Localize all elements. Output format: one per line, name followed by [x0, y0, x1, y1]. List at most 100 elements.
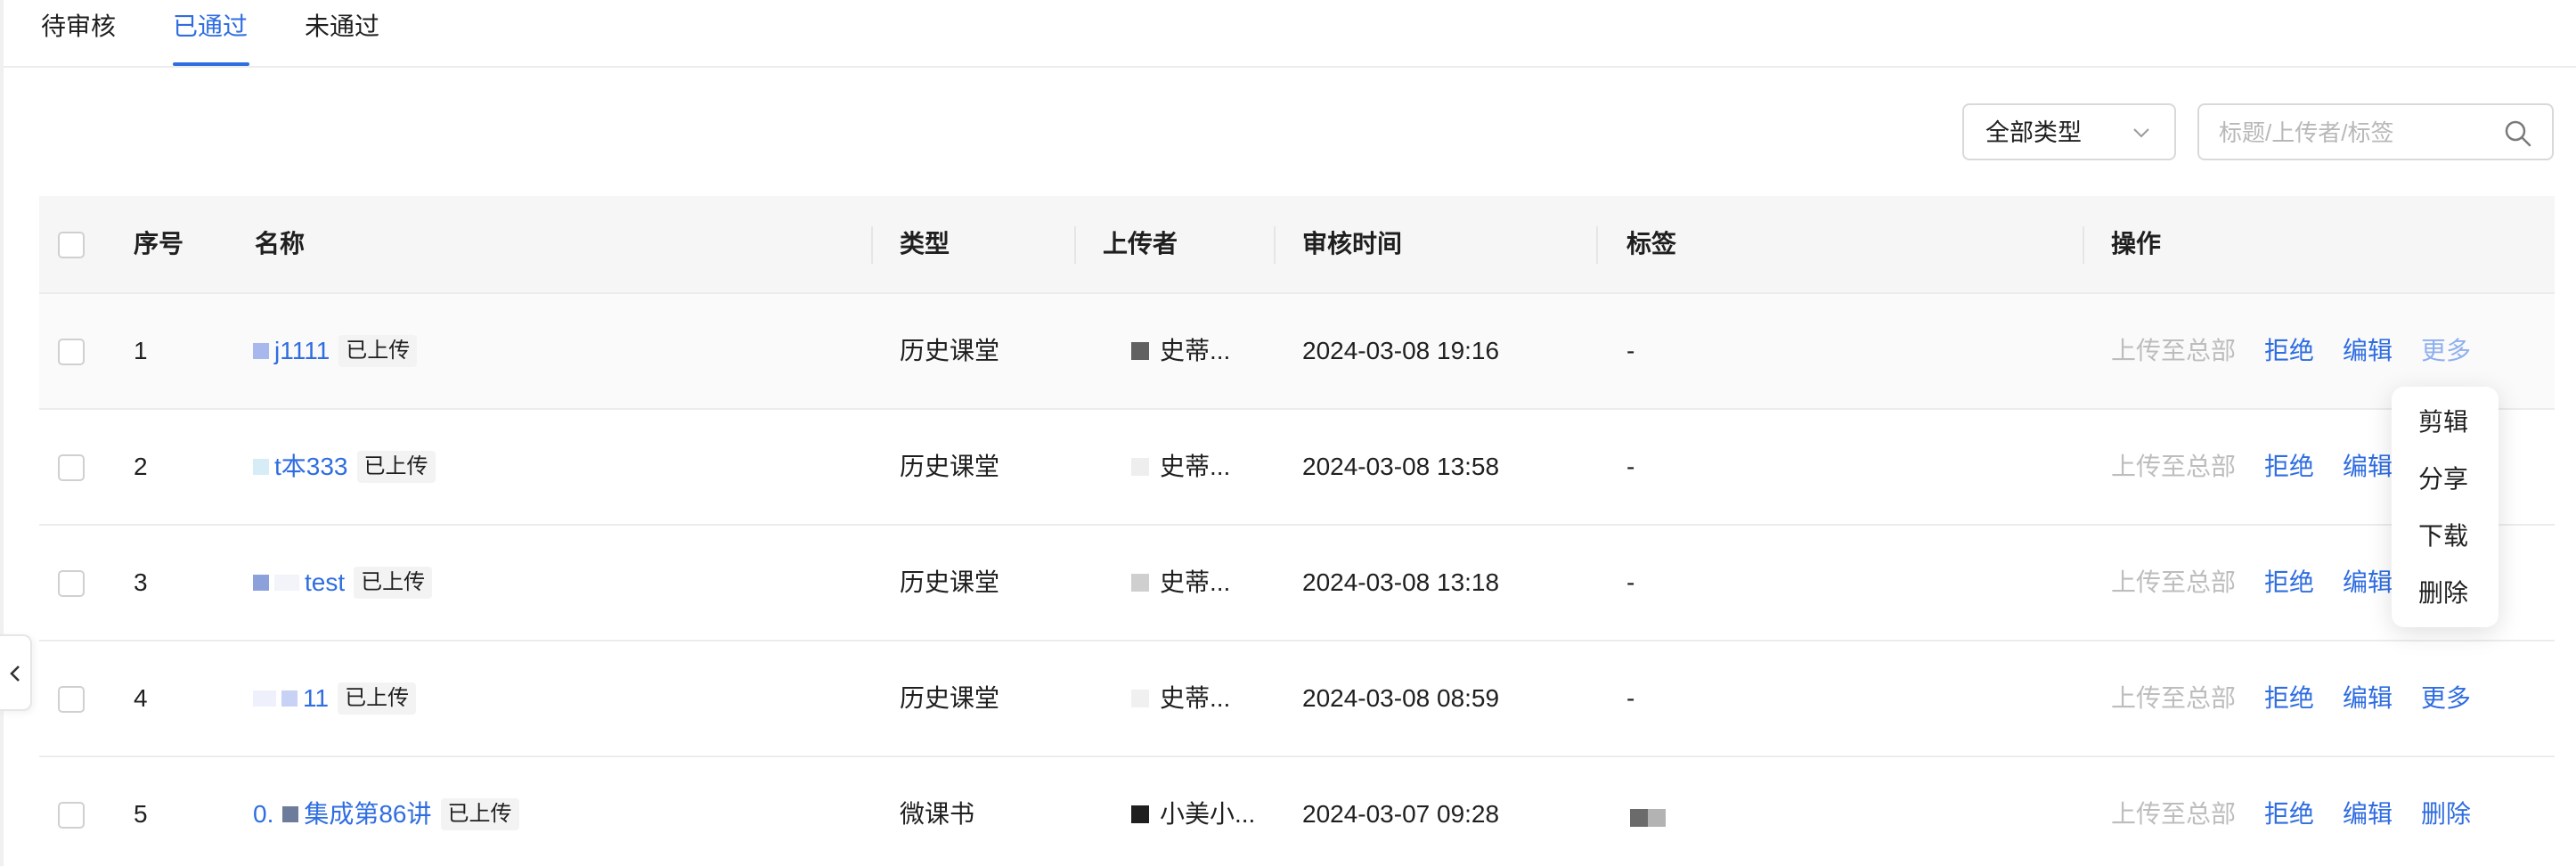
row-name-link[interactable]: 11: [303, 681, 329, 716]
header-separator: [871, 226, 873, 264]
more-button[interactable]: 更多: [2421, 681, 2471, 716]
reject-button[interactable]: 拒绝: [2264, 797, 2314, 832]
status-badge: 已上传: [338, 682, 417, 715]
edit-button[interactable]: 编辑: [2343, 565, 2393, 600]
row-uploader: 小美小...: [1131, 797, 1255, 832]
search-input[interactable]: [2219, 116, 2486, 150]
row-uploader: 史蒂...: [1131, 333, 1230, 369]
row-type: 微课书: [900, 800, 975, 828]
tab-approved[interactable]: 已通过: [173, 11, 248, 43]
uploader-name: 史蒂...: [1160, 684, 1231, 712]
status-badge: 已上传: [440, 798, 519, 830]
row-name-cell: j1111 已上传: [253, 333, 418, 369]
menu-item-clip[interactable]: 剪辑: [2418, 404, 2468, 440]
row-checkbox[interactable]: [58, 570, 85, 597]
avatar: [1131, 458, 1149, 476]
row-review-time: 2024-03-08 08:59: [1302, 684, 1500, 712]
row-uploader: 史蒂...: [1131, 449, 1230, 485]
row-checkbox[interactable]: [58, 339, 85, 365]
row-tags: -: [1626, 568, 1635, 596]
row-name-link[interactable]: t本333: [274, 449, 348, 485]
row-name-link[interactable]: j1111: [274, 333, 330, 369]
row-name-link[interactable]: test: [305, 565, 345, 600]
upload-hq-button[interactable]: 上传至总部: [2111, 333, 2236, 369]
select-all-checkbox[interactable]: [58, 232, 85, 258]
row-review-time: 2024-03-07 09:28: [1302, 800, 1500, 828]
reject-button[interactable]: 拒绝: [2264, 565, 2314, 600]
tag-thumbnail: [1630, 809, 1648, 827]
upload-hq-button[interactable]: 上传至总部: [2111, 565, 2236, 600]
header-type: 类型: [900, 230, 950, 257]
status-badge: 已上传: [354, 567, 433, 599]
search-box[interactable]: [2197, 103, 2554, 160]
more-button[interactable]: 更多: [2421, 333, 2471, 369]
chevron-left-icon: [10, 666, 20, 682]
uploader-name: 史蒂...: [1160, 337, 1231, 364]
table-row: 4 11 已上传 历史课堂 史蒂... 2024-03-08 08:59 - 上…: [39, 641, 2555, 757]
row-type: 历史课堂: [900, 453, 1000, 480]
row-name-cell: t本333 已上传: [253, 449, 436, 485]
uploader-name: 史蒂...: [1160, 453, 1231, 480]
header-separator: [2083, 226, 2084, 264]
chevron-down-icon: [2133, 128, 2149, 138]
row-checkbox[interactable]: [58, 454, 85, 481]
row-tags: -: [1626, 337, 1635, 364]
reject-button[interactable]: 拒绝: [2264, 681, 2314, 716]
row-type: 历史课堂: [900, 568, 1000, 596]
table-row: 5 0. 集成第86讲 已上传 微课书 小美小... 2024-03-07 09…: [39, 757, 2555, 866]
header-name: 名称: [255, 230, 306, 257]
row-name-cell: 0. 集成第86讲 已上传: [253, 797, 519, 832]
header-actions: 操作: [2111, 230, 2162, 257]
thumbnail-image: [253, 343, 269, 359]
more-actions-menu: 剪辑 分享 下载 删除: [2392, 387, 2499, 627]
reject-button[interactable]: 拒绝: [2264, 449, 2314, 485]
row-checkbox[interactable]: [58, 802, 85, 829]
row-tags: -: [1626, 453, 1635, 480]
row-review-time: 2024-03-08 13:58: [1302, 453, 1500, 480]
avatar: [1131, 690, 1149, 707]
row-review-time: 2024-03-08 19:16: [1302, 337, 1500, 364]
status-badge: 已上传: [356, 451, 436, 483]
upload-hq-button[interactable]: 上传至总部: [2111, 681, 2236, 716]
edit-button[interactable]: 编辑: [2343, 333, 2393, 369]
avatar: [1131, 574, 1149, 592]
search-icon[interactable]: [2504, 119, 2532, 148]
avatar: [1131, 805, 1149, 823]
delete-button[interactable]: 删除: [2421, 797, 2471, 832]
upload-hq-button[interactable]: 上传至总部: [2111, 797, 2236, 832]
row-name-cell: 11 已上传: [253, 681, 417, 716]
edit-button[interactable]: 编辑: [2343, 449, 2393, 485]
tab-pending[interactable]: 待审核: [41, 11, 116, 43]
menu-item-share[interactable]: 分享: [2418, 462, 2468, 497]
row-name-prefix[interactable]: 0.: [253, 797, 273, 832]
status-badge: 已上传: [338, 335, 418, 367]
thumbnail-image: [253, 459, 269, 475]
header-separator: [1596, 226, 1598, 264]
edit-button[interactable]: 编辑: [2343, 797, 2393, 832]
row-index: 1: [134, 337, 148, 364]
thumbnail-image: [274, 575, 299, 591]
uploader-name: 史蒂...: [1160, 568, 1231, 596]
table-row: 1 j1111 已上传 历史课堂 史蒂... 2024-03-08 19:16 …: [39, 294, 2555, 410]
header-uploader: 上传者: [1103, 230, 1178, 257]
thumbnail-image: [282, 806, 299, 822]
row-index: 4: [134, 684, 148, 712]
upload-hq-button[interactable]: 上传至总部: [2111, 449, 2236, 485]
edit-button[interactable]: 编辑: [2343, 681, 2393, 716]
tab-rejected[interactable]: 未通过: [305, 11, 379, 43]
header-separator: [1074, 226, 1076, 264]
row-tags: -: [1626, 684, 1635, 712]
row-tags: [1630, 809, 1666, 827]
row-name-link[interactable]: 集成第86讲: [304, 797, 431, 832]
menu-item-download[interactable]: 下载: [2418, 519, 2468, 554]
menu-item-delete[interactable]: 删除: [2418, 576, 2468, 611]
table-row: 2 t本333 已上传 历史课堂 史蒂... 2024-03-08 13:58 …: [39, 410, 2555, 526]
row-checkbox[interactable]: [58, 686, 85, 713]
type-filter-select[interactable]: 全部类型: [1962, 103, 2176, 160]
reject-button[interactable]: 拒绝: [2264, 333, 2314, 369]
header-review-time: 审核时间: [1302, 230, 1403, 257]
sidebar-toggle-button[interactable]: [0, 634, 32, 711]
row-index: 3: [134, 568, 148, 596]
header-index: 序号: [134, 230, 184, 257]
thumbnail-image: [281, 690, 298, 707]
